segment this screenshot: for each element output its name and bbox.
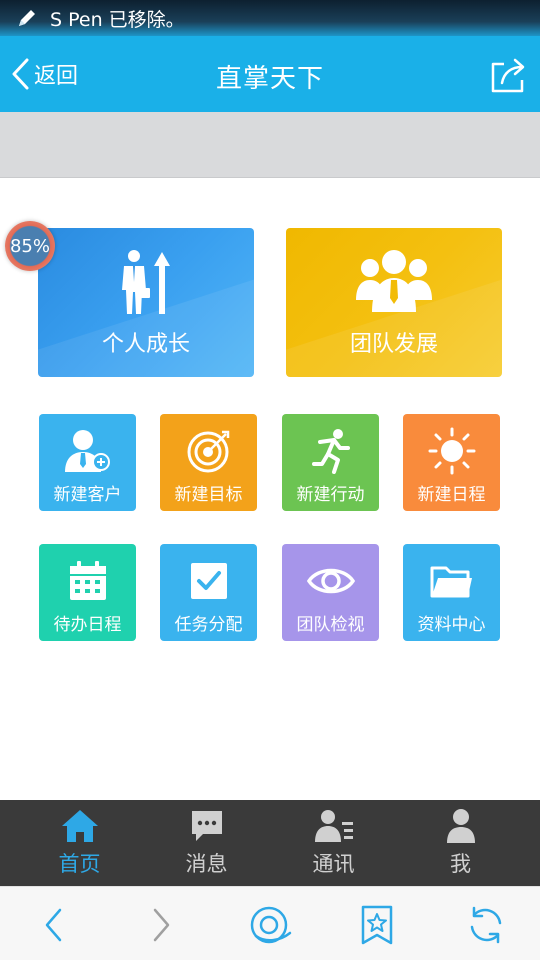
personal-growth-label: 个人成长: [101, 332, 190, 357]
new-customer-label: 新建客户: [53, 485, 122, 505]
pen-icon: [19, 10, 35, 26]
browser-refresh-button[interactable]: [464, 903, 508, 947]
tab-home[interactable]: 首页: [12, 800, 147, 886]
share-icon: [491, 58, 525, 93]
tab-contacts[interactable]: 通讯: [266, 800, 401, 886]
person-icon: [446, 809, 475, 843]
status-bar: S Pen 已移除。: [0, 0, 540, 36]
team-development-card[interactable]: 团队发展: [286, 228, 502, 377]
todo-schedule-label: 待办日程: [53, 615, 122, 635]
chevron-left-icon: [45, 908, 62, 942]
resource-center-label: 资料中心: [417, 615, 486, 635]
status-notification: S Pen 已移除。: [50, 8, 185, 31]
tab-messages-label: 消息: [185, 852, 228, 876]
new-action-tile[interactable]: 新建行动: [282, 414, 379, 511]
progress-badge[interactable]: 85%: [5, 221, 55, 271]
browser-toolbar: [0, 886, 540, 960]
browser-bookmark-button[interactable]: [355, 903, 399, 947]
person-arrow-up-icon: [122, 250, 170, 314]
chat-icon: [191, 811, 222, 841]
refresh-icon: [470, 906, 502, 944]
share-button[interactable]: [488, 56, 528, 96]
team-review-label: 团队检视: [296, 615, 365, 635]
new-action-label: 新建行动: [296, 485, 365, 505]
sun-icon: [428, 427, 475, 475]
calendar-icon: [69, 561, 106, 600]
team-development-label: 团队发展: [349, 332, 438, 357]
browser-forward-button[interactable]: [139, 903, 183, 947]
task-assignment-tile[interactable]: 任务分配: [160, 544, 257, 641]
browser-logo-icon: [250, 906, 292, 944]
tab-home-label: 首页: [58, 852, 101, 876]
running-icon: [311, 429, 350, 474]
bottom-tab-bar: 首页 消息 通讯 我: [0, 800, 540, 886]
team-icon: [356, 250, 432, 312]
banner-area: [0, 112, 540, 178]
tab-me-label: 我: [450, 852, 471, 876]
personal-growth-card[interactable]: 个人成长: [38, 228, 254, 377]
new-goal-label: 新建目标: [174, 485, 243, 505]
add-customer-icon: [64, 430, 110, 472]
tab-messages[interactable]: 消息: [139, 800, 274, 886]
home-icon: [61, 810, 98, 842]
chevron-right-icon: [153, 908, 170, 942]
browser-home-button[interactable]: [248, 903, 292, 947]
tab-me[interactable]: 我: [393, 800, 528, 886]
contacts-icon: [314, 810, 353, 842]
target-icon: [187, 430, 229, 473]
new-goal-tile[interactable]: 新建目标: [160, 414, 257, 511]
team-review-tile[interactable]: 团队检视: [282, 544, 379, 641]
todo-schedule-tile[interactable]: 待办日程: [39, 544, 136, 641]
page-title: 直掌天下: [215, 64, 324, 94]
new-schedule-label: 新建日程: [417, 485, 486, 505]
progress-badge-text: 85%: [9, 235, 50, 257]
new-schedule-tile[interactable]: 新建日程: [403, 414, 500, 511]
task-assignment-label: 任务分配: [174, 615, 243, 635]
folder-icon: [430, 566, 472, 598]
bookmark-star-icon: [361, 905, 393, 945]
tab-contacts-label: 通讯: [312, 852, 355, 876]
browser-back-button[interactable]: [32, 903, 76, 947]
nav-bar: 返回 直掌天下: [0, 36, 540, 112]
checkbox-icon: [190, 563, 227, 599]
resource-center-tile[interactable]: 资料中心: [403, 544, 500, 641]
new-customer-tile[interactable]: 新建客户: [39, 414, 136, 511]
eye-icon: [306, 568, 355, 594]
